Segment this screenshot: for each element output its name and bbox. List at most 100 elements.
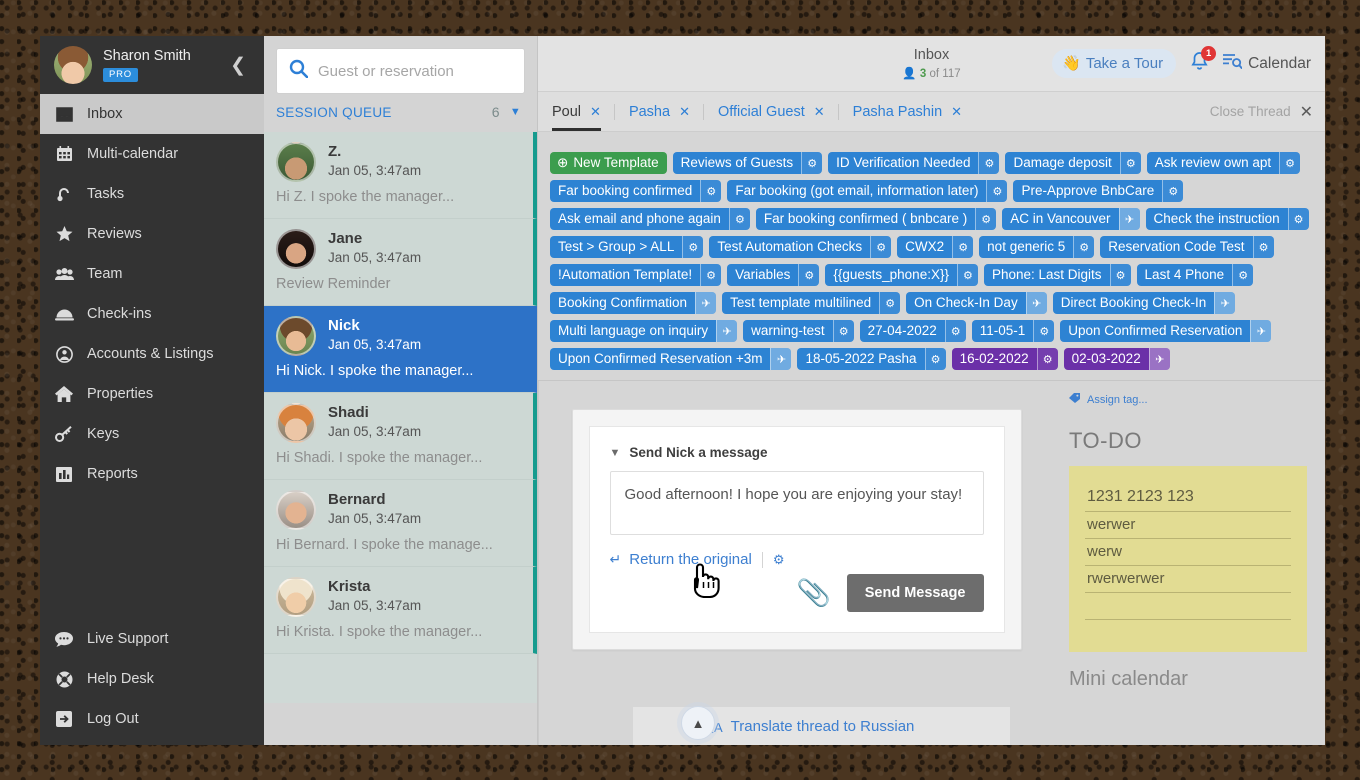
template-tag[interactable]: Far booking (got email, information late… [727, 180, 1008, 202]
template-tag[interactable]: Phone: Last Digits ⚙ [983, 264, 1131, 286]
gear-icon[interactable]: ⚙ [832, 320, 854, 342]
sidebar-user-profile[interactable]: Sharon Smith PRO ❮ [40, 36, 264, 94]
tab-poul[interactable]: Poul ✕ [552, 104, 614, 131]
gear-icon[interactable]: ⚙ [1119, 152, 1141, 174]
take-a-tour-button[interactable]: 👋 Take a Tour [1052, 49, 1177, 78]
sidebar-item-check-ins[interactable]: Check-ins [40, 294, 264, 334]
template-tag[interactable]: Far booking confirmed ⚙ [550, 180, 722, 202]
template-tag[interactable]: Direct Booking Check-In ✈ [1052, 292, 1236, 314]
template-tag[interactable]: 18-05-2022 Pasha ⚙ [797, 348, 946, 370]
tab-pasha[interactable]: Pasha ✕ [613, 103, 703, 120]
template-tag[interactable]: On Check-In Day ✈ [906, 292, 1047, 314]
close-icon[interactable]: ✕ [814, 104, 825, 120]
chevron-left-icon[interactable]: ❮ [224, 52, 252, 79]
list-item[interactable]: Jane Jan 05, 3:47am Review Reminder [264, 219, 537, 306]
gear-icon[interactable]: ⚙ [879, 292, 901, 314]
gear-icon[interactable]: ⚙ [944, 320, 966, 342]
template-tag[interactable]: CWX2 ⚙ [897, 236, 974, 258]
template-tag[interactable]: !Automation Template! ⚙ [550, 264, 722, 286]
assign-tag-button[interactable]: Assign tag... [1069, 393, 1307, 406]
todo-item[interactable]: 1231 2123 123 [1085, 484, 1291, 512]
template-tag[interactable]: {{guests_phone:X}} ⚙ [825, 264, 978, 286]
template-tag[interactable]: Upon Confirmed Reservation ✈ [1060, 320, 1272, 342]
template-tag[interactable]: Ask email and phone again ⚙ [550, 208, 750, 230]
list-item[interactable]: Shadi Jan 05, 3:47am Hi Shadi. I spoke t… [264, 393, 537, 480]
send-plane-icon[interactable]: ✈ [770, 348, 792, 370]
gear-icon[interactable]: ⚙ [1162, 180, 1184, 202]
close-icon[interactable]: ✕ [590, 104, 601, 120]
tab-label[interactable]: Pasha Pashin [853, 104, 942, 120]
gear-icon[interactable]: ⚙ [700, 264, 722, 286]
close-icon[interactable]: ✕ [1300, 102, 1313, 122]
todo-item[interactable]: werwer [1085, 512, 1291, 539]
sidebar-item-team[interactable]: Team [40, 254, 264, 294]
list-item[interactable]: Z. Jan 05, 3:47am Hi Z. I spoke the mana… [264, 132, 537, 219]
gear-icon[interactable]: ⚙ [798, 264, 820, 286]
gear-icon[interactable]: ⚙ [1036, 348, 1058, 370]
gear-icon[interactable]: ⚙ [1109, 264, 1131, 286]
gear-icon[interactable]: ⚙ [682, 236, 704, 258]
send-plane-icon[interactable]: ✈ [1118, 208, 1140, 230]
template-tag[interactable]: Multi language on inquiry ✈ [550, 320, 738, 342]
tab-label[interactable]: Poul [552, 104, 581, 120]
template-tag[interactable]: Upon Confirmed Reservation +3m ✈ [550, 348, 792, 370]
list-item[interactable]: Bernard Jan 05, 3:47am Hi Bernard. I spo… [264, 480, 537, 567]
send-plane-icon[interactable]: ✈ [1025, 292, 1047, 314]
sidebar-item-accounts-listings[interactable]: Accounts & Listings [40, 334, 264, 374]
template-tag[interactable]: Check the instruction ⚙ [1145, 208, 1309, 230]
sidebar-item-log-out[interactable]: Log Out [40, 699, 264, 739]
gear-icon[interactable]: ⚙ [975, 208, 997, 230]
gear-icon[interactable]: ⚙ [978, 152, 1000, 174]
list-item[interactable]: Nick Jan 05, 3:47am Hi Nick. I spoke the… [264, 306, 537, 393]
send-plane-icon[interactable]: ✈ [1148, 348, 1170, 370]
template-tag[interactable]: Far booking confirmed ( bnbcare ) ⚙ [755, 208, 997, 230]
template-tag[interactable]: Last 4 Phone ⚙ [1136, 264, 1254, 286]
sidebar-item-reports[interactable]: Reports [40, 454, 264, 494]
gear-icon[interactable]: ⚙ [870, 236, 892, 258]
message-input[interactable]: Good afternoon! I hope you are enjoying … [609, 471, 984, 535]
gear-icon[interactable]: ⚙ [1073, 236, 1095, 258]
send-message-button[interactable]: Send Message [846, 574, 984, 612]
gear-icon[interactable]: ⚙ [1252, 236, 1274, 258]
chevron-down-icon[interactable]: ▼ [610, 447, 621, 459]
sidebar-item-reviews[interactable]: Reviews [40, 214, 264, 254]
search-box[interactable] [276, 48, 525, 94]
list-item[interactable]: Krista Jan 05, 3:47am Hi Krista. I spoke… [264, 567, 537, 654]
tab-pasha-pashin[interactable]: Pasha Pashin ✕ [837, 103, 975, 120]
search-input[interactable] [318, 62, 517, 80]
gear-icon[interactable]: ⚙ [952, 236, 974, 258]
template-tag[interactable]: warning-test ⚙ [743, 320, 854, 342]
todo-item[interactable]: rwerwerwer [1085, 566, 1291, 593]
gear-icon[interactable]: ⚙ [1279, 152, 1301, 174]
template-tag[interactable]: not generic 5 ⚙ [979, 236, 1095, 258]
gear-icon[interactable]: ⚙ [700, 180, 722, 202]
tab-label[interactable]: Official Guest [718, 104, 805, 120]
sidebar-item-live-support[interactable]: Live Support [40, 619, 264, 659]
chevron-down-icon[interactable]: ▼ [510, 106, 521, 118]
template-tag[interactable]: Test Automation Checks ⚙ [709, 236, 892, 258]
gear-icon[interactable]: ⚙ [986, 180, 1008, 202]
translate-thread-button[interactable]: 文A Translate thread to Russian [701, 717, 914, 736]
template-tag[interactable]: 02-03-2022 ✈ [1063, 348, 1170, 370]
template-tag[interactable]: Reservation Code Test ⚙ [1100, 236, 1274, 258]
close-icon[interactable]: ✕ [679, 104, 690, 120]
send-plane-icon[interactable]: ✈ [1250, 320, 1272, 342]
template-tag[interactable]: Booking Confirmation ✈ [550, 292, 717, 314]
template-tag[interactable]: ⊕ New Template [550, 152, 667, 174]
template-tag[interactable]: ID Verification Needed ⚙ [828, 152, 1000, 174]
tab-label[interactable]: Pasha [629, 104, 670, 120]
template-tag[interactable]: Reviews of Guests ⚙ [672, 152, 823, 174]
todo-item[interactable] [1085, 593, 1291, 620]
sidebar-item-tasks[interactable]: Tasks [40, 174, 264, 214]
gear-icon[interactable]: ⚙ [924, 348, 946, 370]
sidebar-item-help-desk[interactable]: Help Desk [40, 659, 264, 699]
gear-icon[interactable]: ⚙ [728, 208, 750, 230]
calendar-button[interactable]: Calendar [1223, 53, 1311, 74]
paperclip-icon[interactable]: 📎 [796, 576, 832, 610]
sidebar-item-keys[interactable]: Keys [40, 414, 264, 454]
todo-item[interactable]: werw [1085, 539, 1291, 566]
gear-icon[interactable]: ⚙ [1033, 320, 1055, 342]
template-tag[interactable]: AC in Vancouver ✈ [1002, 208, 1140, 230]
notifications-button[interactable]: 1 [1190, 46, 1217, 76]
send-plane-icon[interactable]: ✈ [695, 292, 717, 314]
